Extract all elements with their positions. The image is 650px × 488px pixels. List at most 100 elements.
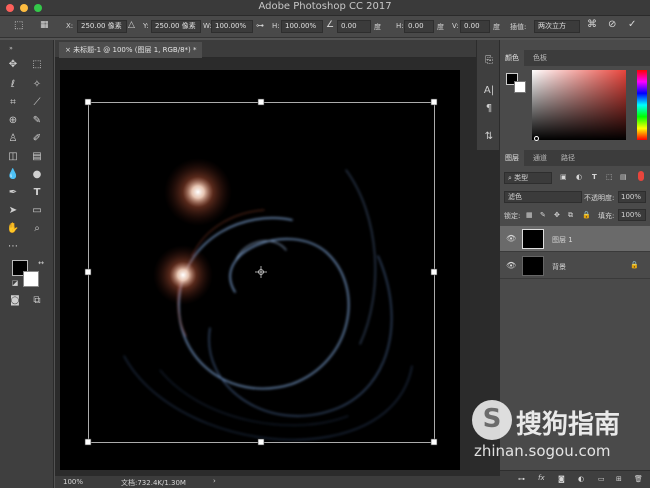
v-skew-field[interactable]: 0.00 [460, 20, 490, 33]
height-field[interactable]: 100.00% [281, 20, 323, 33]
reference-point-icon[interactable]: ▦ [40, 20, 49, 30]
angle-field[interactable]: 0.00 [337, 20, 371, 33]
layer-row-layer-1[interactable]: 👁 图层 1 [500, 226, 650, 252]
blur-tool-icon[interactable]: 💧 [6, 168, 20, 182]
lock-all-icon[interactable]: 🔒 [582, 211, 591, 219]
path-selection-tool-icon[interactable]: ➤ [6, 204, 20, 218]
crop-tool-icon[interactable]: ⌗ [6, 96, 20, 110]
gradient-tool-icon[interactable]: ▤ [30, 150, 44, 164]
y-field[interactable]: 250.00 像素 [151, 20, 201, 33]
paragraph-panel-icon[interactable]: ¶ [482, 102, 496, 116]
lock-position-icon[interactable]: ✥ [554, 211, 560, 219]
link-icon[interactable]: ⊶ [256, 21, 264, 30]
width-field[interactable]: 100.00% [211, 20, 253, 33]
transform-handle[interactable] [430, 98, 438, 106]
new-layer-icon[interactable]: ⊞ [616, 475, 622, 483]
healing-brush-tool-icon[interactable]: ⊕ [6, 114, 20, 128]
interpolation-select[interactable]: 两次立方 [534, 20, 580, 33]
x-field[interactable]: 250.00 像素 [77, 20, 127, 33]
layer-filter-select[interactable]: ⌕ 类型 [504, 172, 552, 184]
quick-mask-icon[interactable]: ◙ [8, 294, 22, 308]
layer-name[interactable]: 背景 [552, 262, 566, 272]
move-tool-icon[interactable]: ✥ [6, 58, 20, 72]
hue-slider[interactable] [637, 70, 647, 140]
transform-handle[interactable] [430, 438, 438, 446]
tab-color[interactable]: 颜色 [500, 50, 524, 66]
layer-style-icon[interactable]: fx [538, 474, 545, 482]
history-panel-icon[interactable]: ⎘ [482, 54, 496, 68]
commit-transform-icon[interactable]: ✓ [628, 19, 636, 30]
color-panel-tabs: 颜色 色板 [500, 50, 650, 66]
lock-image-icon[interactable]: ✎ [540, 211, 546, 219]
filter-type-icon[interactable]: T [592, 173, 597, 181]
zoom-level[interactable]: 100% [63, 478, 83, 486]
more-tools-icon[interactable]: ⋯ [6, 240, 20, 254]
tab-paths[interactable]: 路径 [556, 150, 580, 166]
opacity-field[interactable]: 100% [618, 191, 646, 203]
rectangle-tool-icon[interactable]: ▭ [30, 204, 44, 218]
filter-toggle[interactable] [638, 171, 644, 181]
tab-layers[interactable]: 图层 [500, 150, 524, 166]
background-color-swatch[interactable] [23, 271, 39, 287]
tab-swatches[interactable]: 色板 [528, 50, 552, 66]
cancel-transform-icon[interactable]: ⊘ [608, 19, 616, 30]
swap-colors-icon[interactable]: ↔ [34, 256, 48, 270]
eraser-tool-icon[interactable]: ◫ [6, 150, 20, 164]
clone-stamp-tool-icon[interactable]: ♙ [6, 132, 20, 146]
transform-handle[interactable] [257, 438, 265, 446]
delta-icon[interactable]: △ [128, 20, 135, 30]
transform-tool-icon[interactable]: ⬚ [14, 20, 23, 31]
adjustment-layer-icon[interactable]: ◐ [578, 475, 584, 483]
reference-point-icon[interactable] [255, 266, 267, 278]
fill-field[interactable]: 100% [618, 209, 646, 221]
lock-transparent-icon[interactable]: ▦ [526, 211, 533, 219]
warp-icon[interactable]: ⌘ [587, 19, 597, 30]
eyedropper-tool-icon[interactable]: ⟋ [30, 96, 44, 110]
document-tab-title: 未标题-1 @ 100% (图层 1, RGB/8*) * [73, 46, 197, 54]
default-colors-icon[interactable]: ◪ [8, 276, 22, 290]
brush-tool-icon[interactable]: ✎ [30, 114, 44, 128]
add-mask-icon[interactable]: ◙ [558, 475, 565, 483]
close-tab-icon[interactable]: × [65, 46, 73, 54]
h-skew-field[interactable]: 0.00 [404, 20, 434, 33]
transform-handle[interactable] [84, 438, 92, 446]
history-brush-tool-icon[interactable]: ✐ [30, 132, 44, 146]
panel-background-swatch[interactable] [514, 81, 526, 93]
visibility-eye-icon[interactable]: 👁 [506, 261, 516, 270]
filter-adjustment-icon[interactable]: ◐ [576, 173, 582, 181]
transform-handle[interactable] [84, 98, 92, 106]
type-tool-icon[interactable]: T [30, 186, 44, 200]
adjust-panel-icon[interactable]: ⇅ [482, 130, 496, 144]
transform-handle[interactable] [257, 98, 265, 106]
filter-shape-icon[interactable]: ⬚ [606, 173, 613, 181]
status-menu-arrow-icon[interactable]: › [213, 477, 216, 485]
collapse-icon[interactable]: » [4, 42, 18, 56]
dodge-tool-icon[interactable]: ● [30, 168, 44, 182]
filter-pixel-icon[interactable]: ▣ [560, 173, 567, 181]
transform-handle[interactable] [84, 268, 92, 276]
filter-smart-object-icon[interactable]: ▤ [620, 173, 627, 181]
new-group-icon[interactable]: ▭ [598, 475, 605, 483]
marquee-tool-icon[interactable]: ⬚ [30, 58, 44, 72]
magic-wand-tool-icon[interactable]: ✧ [30, 78, 44, 92]
link-layers-icon[interactable]: ⊶ [518, 475, 525, 483]
visibility-eye-icon[interactable]: 👁 [506, 234, 516, 243]
hand-tool-icon[interactable]: ✋ [6, 222, 20, 236]
pen-tool-icon[interactable]: ✒ [6, 186, 20, 200]
delete-layer-icon[interactable]: 🗑 [634, 475, 643, 483]
blend-mode-select[interactable]: 滤色 [504, 191, 582, 203]
zoom-tool-icon[interactable]: ⌕ [30, 222, 44, 236]
blend-mode-value: 滤色 [508, 193, 522, 201]
tab-channels[interactable]: 通道 [528, 150, 552, 166]
canvas-area[interactable] [55, 58, 500, 476]
layer-row-background[interactable]: 👁 背景 🔒 [500, 253, 650, 279]
screen-mode-icon[interactable]: ⧉ [30, 294, 44, 308]
color-picker-field[interactable] [532, 70, 626, 140]
character-panel-icon[interactable]: A| [482, 84, 496, 98]
lock-artboard-icon[interactable]: ⧉ [568, 211, 573, 220]
transform-handle[interactable] [430, 268, 438, 276]
lasso-tool-icon[interactable]: ℓ [6, 78, 20, 92]
layer-name[interactable]: 图层 1 [552, 235, 573, 245]
document-tab[interactable]: × 未标题-1 @ 100% (图层 1, RGB/8*) * [59, 42, 203, 58]
color-picker-cursor[interactable] [534, 136, 539, 141]
